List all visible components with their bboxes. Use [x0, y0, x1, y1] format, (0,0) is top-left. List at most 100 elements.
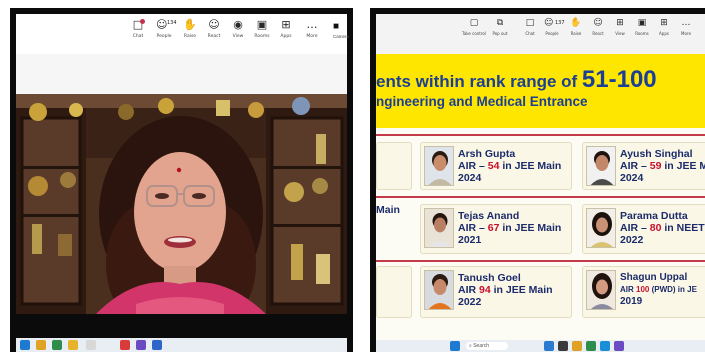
chrome-icon[interactable] — [52, 340, 62, 350]
raise-hand-button[interactable]: ✋ Raise — [564, 17, 588, 37]
student-year: 2019 — [620, 296, 643, 307]
task-view-icon[interactable] — [558, 341, 568, 351]
outlook-icon[interactable] — [152, 340, 162, 350]
files-icon[interactable] — [68, 340, 78, 350]
slide-header: ents within rank range of 51-100 ngineer… — [376, 54, 705, 128]
take-control-button[interactable]: ▢ Take control — [460, 17, 488, 37]
view-button[interactable]: ◉ View — [226, 17, 250, 40]
react-icon: ☺ — [593, 18, 603, 28]
right-meeting-window: ▢ Take control ⧉ Pop out □ Chat ☺ 137 Pe… — [370, 8, 705, 352]
folder-icon[interactable] — [572, 341, 582, 351]
more-button[interactable]: … More — [674, 17, 698, 37]
student-photo — [586, 146, 616, 186]
student-rank: AIR – 54 in JEE Main — [458, 160, 562, 172]
taskbar-search[interactable]: ⌕ Search — [466, 342, 508, 350]
screen: □ Chat ☺ 134 People ✋ Raise ☺ React ◉ Vi… — [0, 0, 705, 352]
student-year: 2021 — [458, 234, 482, 246]
chat-icon: □ — [132, 18, 144, 31]
raise-hand-button[interactable]: ✋ Raise — [178, 17, 202, 40]
people-label: People — [545, 31, 559, 36]
apps-icon: ⊞ — [281, 18, 291, 31]
camera-icon: ■ — [333, 21, 340, 32]
student-name: Tejas Anand — [458, 210, 520, 222]
start-icon[interactable] — [20, 340, 30, 350]
rooms-button[interactable]: ▣ Rooms — [630, 17, 654, 37]
rooms-label: Rooms — [635, 31, 649, 36]
title-range: 51-100 — [581, 66, 657, 93]
react-button[interactable]: ☺ React — [586, 17, 610, 37]
student-photo — [424, 146, 454, 186]
apps-label: Apps — [659, 31, 669, 36]
chat-label: Chat — [525, 31, 535, 36]
raise-label: Raise — [570, 31, 582, 36]
chat-button[interactable]: □ Chat — [518, 17, 542, 37]
people-button[interactable]: ☺ 134 People — [152, 17, 177, 40]
student-name: Shagun Uppal — [620, 272, 688, 283]
pop-out-icon: ⧉ — [496, 18, 504, 28]
react-label: React — [207, 34, 221, 39]
student-name: Tanush Goel — [458, 272, 521, 284]
start-icon[interactable] — [450, 341, 460, 351]
chat-label: Chat — [132, 34, 144, 39]
document-icon[interactable] — [86, 340, 96, 350]
student-rank: AIR – 59 in JEE M — [620, 160, 705, 172]
raise-label: Raise — [183, 34, 197, 39]
widget-icon[interactable] — [544, 341, 554, 351]
raise-hand-icon: ✋ — [183, 18, 197, 31]
notification-badge — [140, 19, 145, 24]
cropped-text: Main — [376, 204, 400, 216]
pop-out-button[interactable]: ⧉ Pop out — [488, 17, 512, 37]
student-photo — [424, 208, 454, 248]
react-button[interactable]: ☺ React — [202, 17, 226, 40]
view-icon: ◉ — [233, 18, 243, 31]
browser-icon[interactable] — [120, 340, 130, 350]
more-label: More — [306, 34, 318, 39]
teams-icon[interactable] — [136, 340, 146, 350]
view-button[interactable]: ⊞ View — [608, 17, 632, 37]
folder-icon[interactable] — [36, 340, 46, 350]
left-meeting-window: □ Chat ☺ 134 People ✋ Raise ☺ React ◉ Vi… — [10, 8, 353, 352]
people-button[interactable]: ☺ 137 People — [540, 17, 565, 37]
view-icon: ⊞ — [616, 18, 624, 28]
react-icon: ☺ — [208, 18, 220, 31]
more-label: More — [681, 31, 691, 36]
rooms-icon: ▣ — [637, 18, 647, 28]
chat-icon: □ — [525, 18, 535, 28]
student-rank: AIR 94 in JEE Main — [458, 284, 553, 296]
divider-line — [376, 134, 705, 136]
student-entry: Tanush Goel AIR 94 in JEE Main 2022 — [458, 272, 553, 308]
camera-button[interactable]: ■ Camera — [333, 20, 349, 42]
apps-label: Apps — [280, 34, 292, 39]
student-entry: Shagun Uppal AIR 100 (PWD) in JE 2019 — [620, 272, 697, 308]
apps-button[interactable]: ⊞ Apps — [652, 17, 676, 37]
student-name: Arsh Gupta — [458, 148, 516, 160]
raise-hand-icon: ✋ — [570, 18, 582, 28]
more-icon: … — [681, 18, 691, 28]
more-button[interactable]: … More — [300, 17, 324, 40]
student-entry: Arsh Gupta AIR – 54 in JEE Main 2024 — [458, 148, 561, 184]
pop-out-label: Pop out — [492, 31, 508, 36]
rooms-icon: ▣ — [256, 18, 268, 31]
chrome-icon[interactable] — [586, 341, 596, 351]
student-photo — [424, 270, 454, 310]
view-label: View — [232, 34, 244, 39]
divider-line — [376, 196, 705, 198]
video-frame-image — [16, 94, 347, 314]
take-control-label: Take control — [461, 31, 486, 36]
student-year: 2024 — [458, 172, 482, 184]
people-label: People — [156, 34, 172, 39]
chat-button[interactable]: □ Chat — [126, 17, 150, 40]
divider-line — [376, 260, 705, 262]
teams-icon[interactable] — [614, 341, 624, 351]
student-photo — [586, 270, 616, 310]
taskbar: ⌕ Search — [376, 340, 705, 352]
shared-slide: ents within rank range of 51-100 ngineer… — [376, 54, 705, 340]
rooms-button[interactable]: ▣ Rooms — [250, 17, 274, 40]
edge-icon[interactable] — [600, 341, 610, 351]
slide-subtitle: ngineering and Medical Entrance — [376, 94, 588, 109]
student-rank: AIR – 80 in NEET — [620, 222, 705, 234]
student-name: Ayush Singhal — [620, 148, 693, 160]
taskbar — [16, 338, 347, 352]
apps-button[interactable]: ⊞ Apps — [274, 17, 298, 40]
slide-title: ents within rank range of 51-100 — [376, 66, 657, 94]
